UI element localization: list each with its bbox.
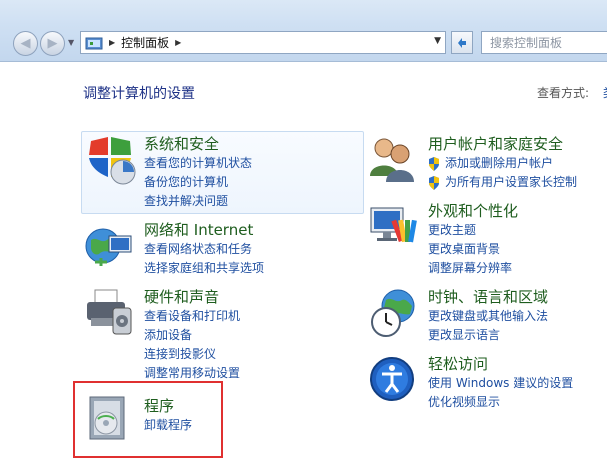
network-title[interactable]: 网络和 Internet xyxy=(144,220,264,240)
uac-shield-icon xyxy=(429,175,439,190)
link-network-status[interactable]: 查看网络状态和任务 xyxy=(144,240,264,259)
link-add-remove-accounts[interactable]: 添加或删除用户帐户 xyxy=(428,154,577,173)
link-keyboard-input[interactable]: 更改键盘或其他输入法 xyxy=(428,307,548,326)
user-accounts-title[interactable]: 用户帐户和家庭安全 xyxy=(428,134,577,154)
link-optimize-display[interactable]: 优化视频显示 xyxy=(428,393,573,412)
clock-globe-icon xyxy=(370,288,418,342)
address-bar[interactable]: ▶ 控制面板 ▶ ▼ xyxy=(80,31,446,54)
ease-of-access-icon xyxy=(369,356,415,406)
ease-access-title[interactable]: 轻松访问 xyxy=(428,354,573,374)
category-network: 网络和 Internet 查看网络状态和任务 选择家庭组和共享选项 xyxy=(144,220,264,278)
address-dropdown-icon[interactable]: ▼ xyxy=(434,36,441,46)
link-add-device[interactable]: 添加设备 xyxy=(144,326,240,345)
category-hardware: 硬件和声音 查看设备和打印机 添加设备 连接到投影仪 调整常用移动设置 xyxy=(144,287,240,383)
view-by-value[interactable]: 类 xyxy=(603,86,607,100)
users-icon xyxy=(368,134,416,188)
view-by-label: 查看方式: xyxy=(537,86,590,100)
page-title: 调整计算机的设置 xyxy=(83,86,195,102)
printer-icon xyxy=(85,288,135,342)
toolbar: ◀ ▶ ▼ ▶ 控制面板 ▶ ▼ 搜索控制面板 xyxy=(0,0,607,62)
link-homegroup-sharing[interactable]: 选择家庭组和共享选项 xyxy=(144,259,264,278)
link-add-remove-accounts-label: 添加或删除用户帐户 xyxy=(445,156,554,170)
shield-icon xyxy=(86,135,136,189)
uac-shield-icon xyxy=(429,156,439,171)
link-find-fix-problems[interactable]: 查找并解决问题 xyxy=(144,192,252,211)
breadcrumb-separator-icon: ▶ xyxy=(109,38,116,47)
view-by[interactable]: 查看方式: 类 xyxy=(537,84,607,101)
link-change-background[interactable]: 更改桌面背景 xyxy=(428,240,518,259)
appearance-title[interactable]: 外观和个性化 xyxy=(428,201,518,221)
appearance-icon xyxy=(369,204,417,254)
forward-button[interactable]: ▶ xyxy=(40,31,65,56)
category-appearance: 外观和个性化 更改主题 更改桌面背景 调整屏幕分辨率 xyxy=(428,201,518,278)
breadcrumb-arrow-icon[interactable]: ▶ xyxy=(175,38,181,47)
highlight-box xyxy=(73,381,223,458)
link-change-theme[interactable]: 更改主题 xyxy=(428,221,518,240)
network-globe-icon xyxy=(83,222,135,274)
search-placeholder: 搜索控制面板 xyxy=(490,36,563,50)
link-parental-controls[interactable]: 为所有用户设置家长控制 xyxy=(428,173,577,192)
link-display-language[interactable]: 更改显示语言 xyxy=(428,326,548,345)
link-connect-projector[interactable]: 连接到投影仪 xyxy=(144,345,240,364)
back-button[interactable]: ◀ xyxy=(13,31,38,56)
refresh-button[interactable] xyxy=(451,31,473,54)
category-clock-region: 时钟、语言和区域 更改键盘或其他输入法 更改显示语言 xyxy=(428,287,548,345)
hardware-title[interactable]: 硬件和声音 xyxy=(144,287,240,307)
link-parental-controls-label: 为所有用户设置家长控制 xyxy=(445,175,578,189)
breadcrumb-control-panel[interactable]: 控制面板 xyxy=(121,34,169,51)
control-panel-icon xyxy=(85,36,103,50)
clock-region-title[interactable]: 时钟、语言和区域 xyxy=(428,287,548,307)
system-security-title[interactable]: 系统和安全 xyxy=(144,134,252,154)
link-backup-computer[interactable]: 备份您的计算机 xyxy=(144,173,252,192)
refresh-icon xyxy=(458,37,466,48)
category-system-security: 系统和安全 查看您的计算机状态 备份您的计算机 查找并解决问题 xyxy=(144,134,252,211)
link-devices-printers[interactable]: 查看设备和打印机 xyxy=(144,307,240,326)
category-user-accounts: 用户帐户和家庭安全 添加或删除用户帐户 为所有用户设置家长控制 xyxy=(428,134,577,192)
back-arrow-icon: ◀ xyxy=(20,36,31,51)
category-ease-access: 轻松访问 使用 Windows 建议的设置 优化视频显示 xyxy=(428,354,573,412)
link-check-computer-status[interactable]: 查看您的计算机状态 xyxy=(144,154,252,173)
link-windows-recommended[interactable]: 使用 Windows 建议的设置 xyxy=(428,374,573,393)
link-screen-resolution[interactable]: 调整屏幕分辨率 xyxy=(428,259,518,278)
history-dropdown-icon[interactable]: ▼ xyxy=(68,38,74,47)
forward-arrow-icon: ▶ xyxy=(47,36,58,51)
search-input[interactable]: 搜索控制面板 xyxy=(481,31,607,54)
